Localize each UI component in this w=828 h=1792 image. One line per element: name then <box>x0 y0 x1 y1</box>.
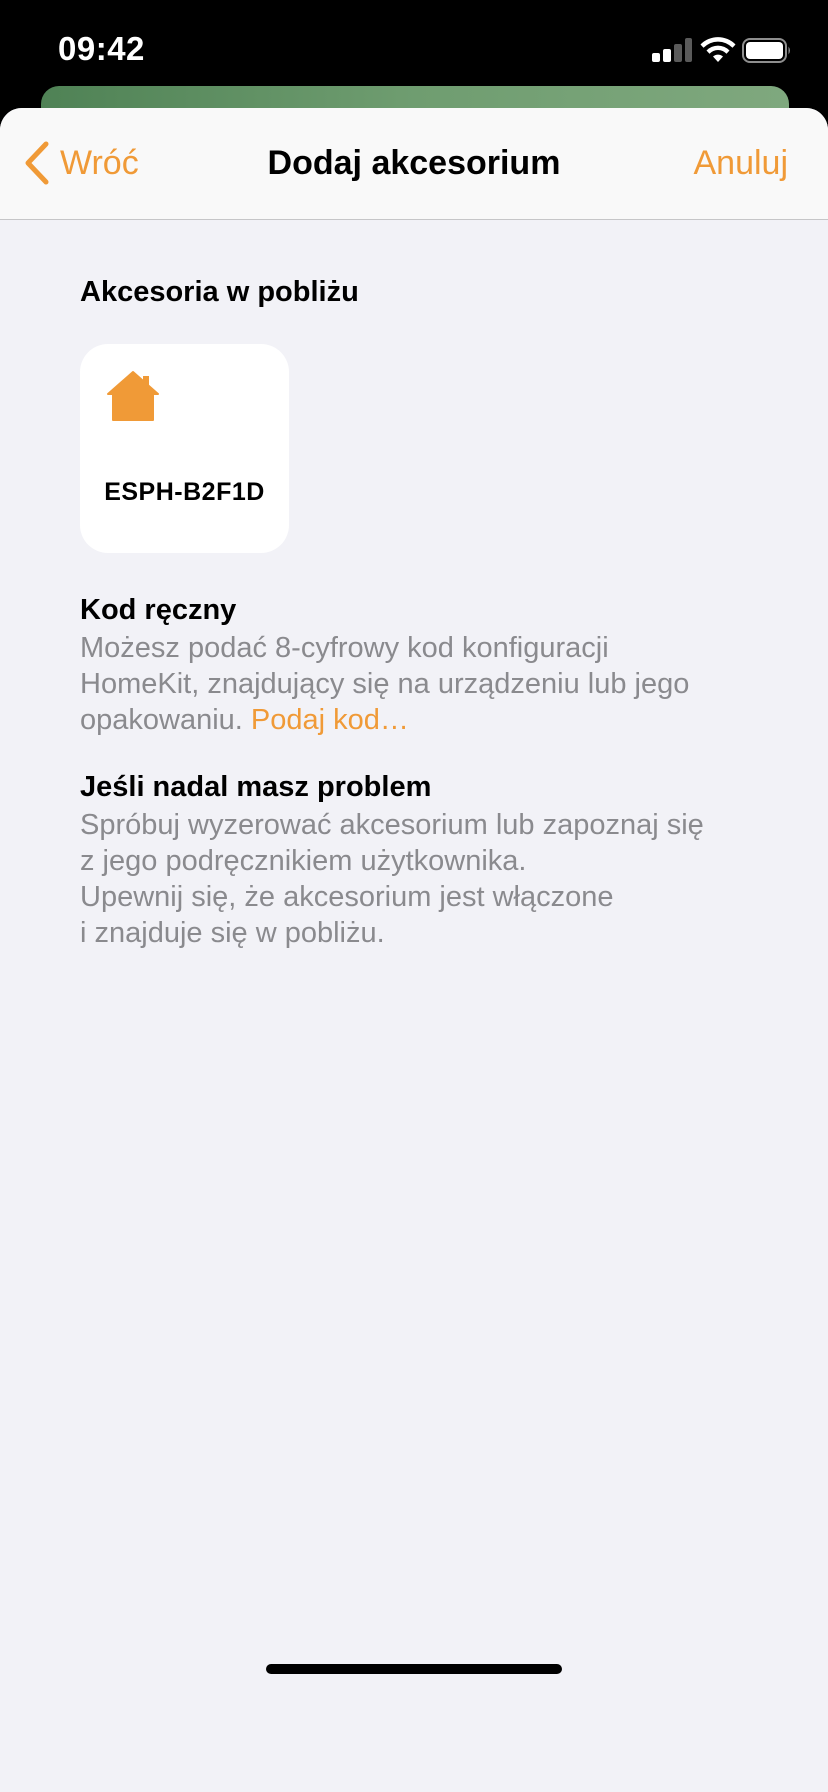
accessory-name: ESPH-B2F1D <box>104 478 265 506</box>
status-time: 09:42 <box>58 30 145 67</box>
text-line: HomeKit, znajdujący się na urządzeniu lu… <box>80 668 690 700</box>
manual-code-description: Możesz podać 8-cyfrowy kod konfiguracji … <box>80 630 760 738</box>
text-line: i znajduje się w pobliżu. <box>80 917 385 949</box>
nearby-accessories-heading: Akcesoria w pobliżu <box>80 276 359 308</box>
home-indicator[interactable] <box>266 1664 562 1674</box>
text-segment: opakowaniu. <box>80 704 243 736</box>
text-line: Upewnij się, że akcesorium jest włączone <box>80 881 614 913</box>
cellular-signal-icon <box>652 38 692 62</box>
house-icon <box>107 371 159 421</box>
text-line: Możesz podać 8-cyfrowy kod konfiguracji <box>80 632 609 664</box>
problem-heading: Jeśli nadal masz problem <box>80 771 432 803</box>
add-accessory-sheet: Wróć Dodaj akcesorium Anuluj Akcesoria w… <box>0 108 828 1792</box>
status-bar: 09:42 <box>0 0 828 100</box>
navigation-bar: Wróć Dodaj akcesorium Anuluj <box>0 108 828 220</box>
battery-icon <box>742 38 790 63</box>
cancel-button[interactable]: Anuluj <box>693 144 788 183</box>
accessory-tile[interactable]: ESPH-B2F1D <box>80 344 289 553</box>
text-line: z jego podręcznikiem użytkownika. <box>80 845 527 877</box>
enter-code-link[interactable]: Podaj kod… <box>251 704 409 736</box>
manual-code-heading: Kod ręczny <box>80 594 237 626</box>
problem-description: Spróbuj wyzerować akcesorium lub zapozna… <box>80 807 760 951</box>
text-line: opakowaniu. Podaj kod… <box>80 702 760 738</box>
text-line: Spróbuj wyzerować akcesorium lub zapozna… <box>80 809 704 841</box>
wifi-icon <box>700 37 736 62</box>
